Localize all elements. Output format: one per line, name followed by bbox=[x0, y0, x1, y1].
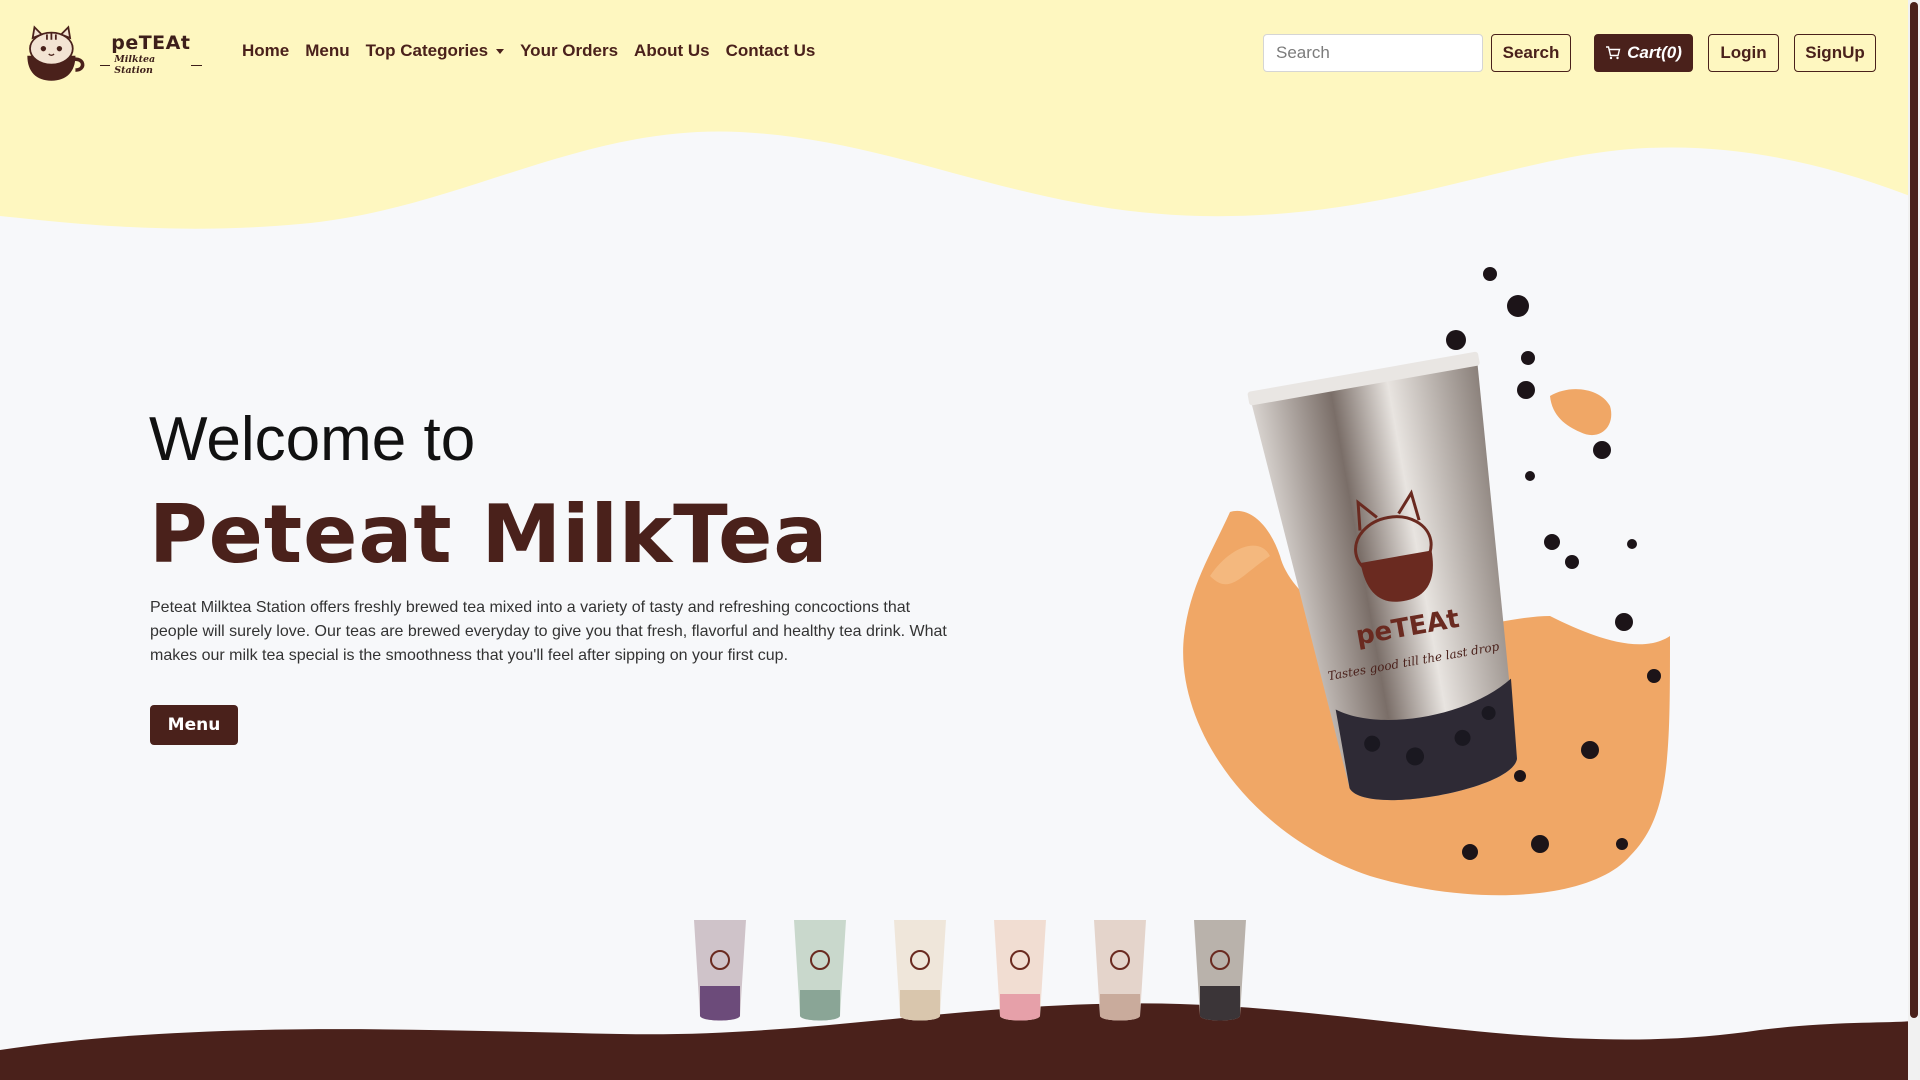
cart-icon bbox=[1606, 46, 1621, 60]
product-thumb-6[interactable] bbox=[1190, 916, 1250, 1024]
product-thumbnails bbox=[690, 916, 1250, 1024]
cat-cup-logo-icon bbox=[27, 25, 85, 81]
scrollbar-thumb[interactable] bbox=[1910, 2, 1918, 1018]
brand-logo[interactable]: peTEAt Milktea Station bbox=[22, 22, 202, 86]
brand-name: peTEAt bbox=[111, 32, 191, 54]
nav-links: Home Menu Top Categories Your Orders Abo… bbox=[234, 41, 823, 61]
caret-down-icon bbox=[496, 48, 505, 54]
product-thumb-4[interactable] bbox=[990, 916, 1050, 1024]
nav-top-categories-label: Top Categories bbox=[365, 41, 489, 60]
nav-top-categories-dropdown[interactable]: Top Categories bbox=[358, 41, 512, 61]
hero-description: Peteat Milktea Station offers freshly br… bbox=[150, 599, 947, 664]
product-thumb-2[interactable] bbox=[790, 916, 850, 1024]
nav-your-orders[interactable]: Your Orders bbox=[512, 41, 626, 61]
product-thumb-3[interactable] bbox=[890, 916, 950, 1024]
hero-title: Peteat MilkTea bbox=[149, 488, 829, 581]
signup-button[interactable]: SignUp bbox=[1794, 34, 1876, 72]
nav-menu[interactable]: Menu bbox=[297, 41, 357, 61]
product-thumb-5[interactable] bbox=[1090, 916, 1150, 1024]
nav-home[interactable]: Home bbox=[234, 41, 297, 61]
brand-subtitle: Milktea Station bbox=[99, 54, 202, 76]
login-button[interactable]: Login bbox=[1708, 34, 1779, 72]
search-button[interactable]: Search bbox=[1491, 34, 1571, 72]
cart-button[interactable]: Cart(0) bbox=[1594, 34, 1693, 72]
cart-label: Cart(0) bbox=[1627, 43, 1682, 62]
nav-contact-us[interactable]: Contact Us bbox=[718, 41, 824, 61]
navbar: peTEAt Milktea Station Home Menu Top Cat… bbox=[0, 0, 1920, 104]
search-input[interactable] bbox=[1263, 34, 1483, 72]
hero-menu-button[interactable]: Menu bbox=[150, 705, 238, 745]
product-thumb-1[interactable] bbox=[690, 916, 750, 1024]
nav-about-us[interactable]: About Us bbox=[626, 41, 718, 61]
page-scrollbar[interactable] bbox=[1908, 0, 1920, 1080]
hero-milktea-image: peTEAt Tastes good till the last drop bbox=[1183, 267, 1670, 896]
hero-welcome: Welcome to bbox=[149, 405, 476, 474]
